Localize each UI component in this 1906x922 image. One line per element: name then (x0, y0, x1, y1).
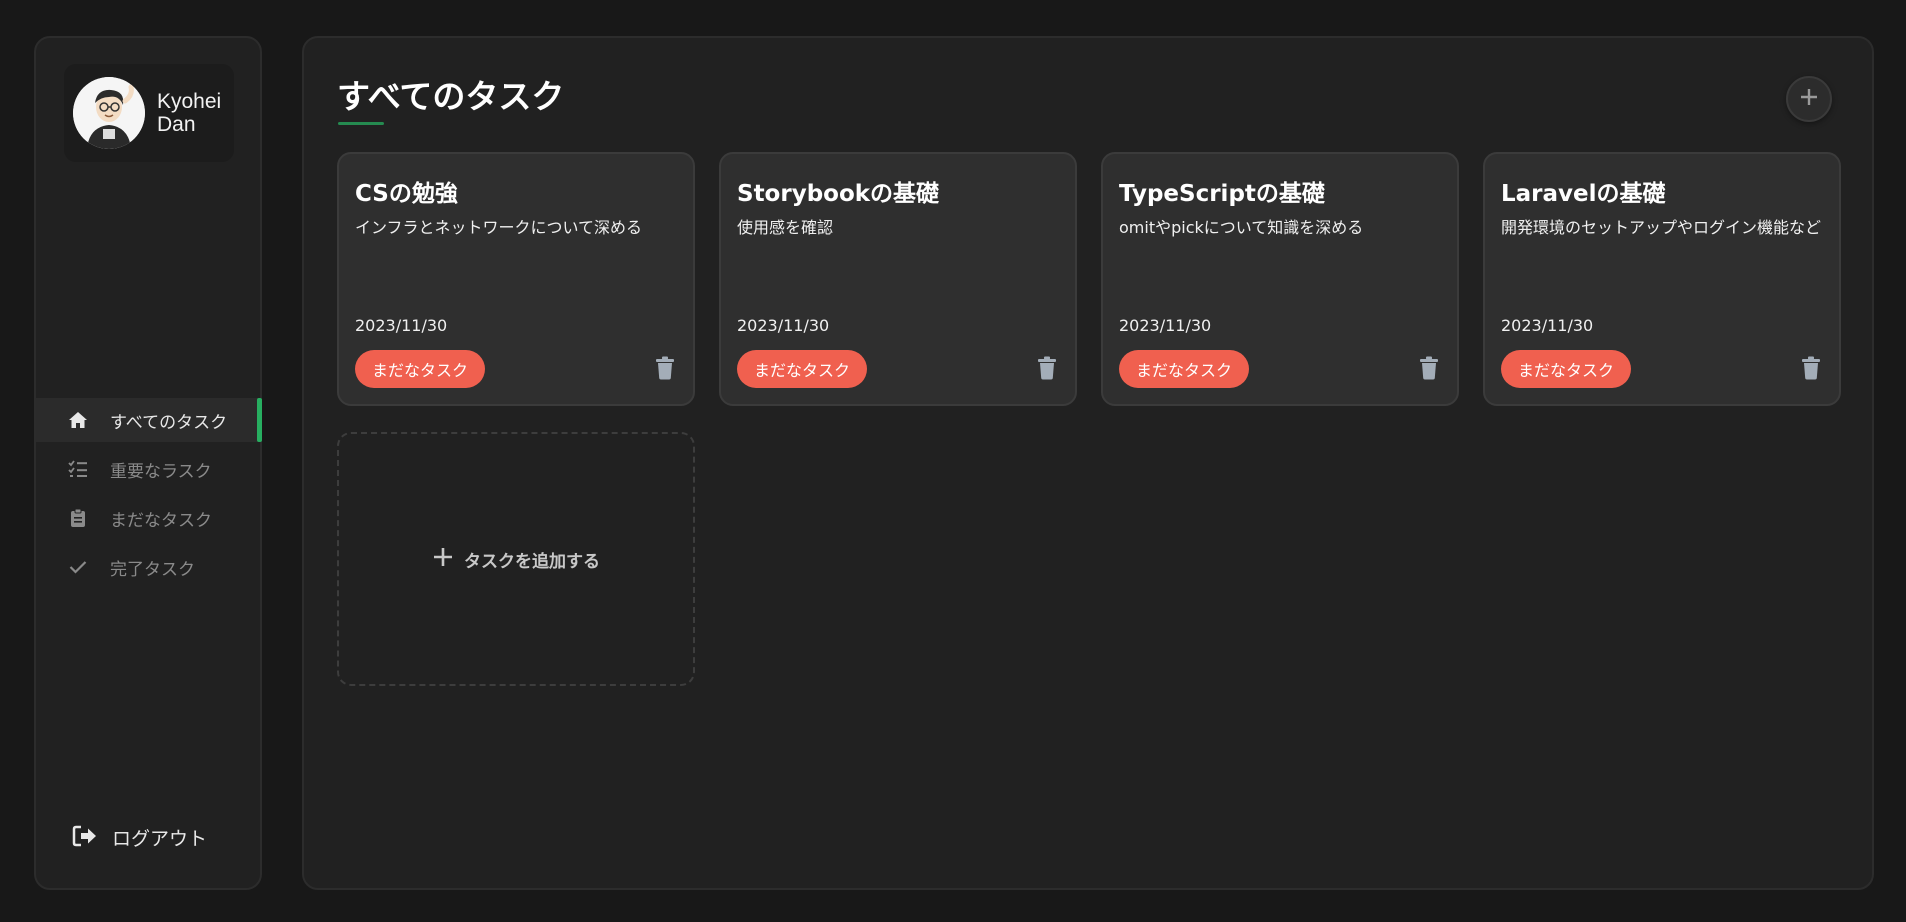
checklist-icon (68, 459, 88, 479)
task-card[interactable]: Laravelの基礎 開発環境のセットアップやログイン機能など 2023/11/… (1483, 152, 1841, 406)
logout-label: ログアウト (112, 828, 208, 850)
sidebar-item-label: すべてのタスク (110, 412, 228, 433)
task-title: Storybookの基礎 (737, 181, 940, 207)
plus-icon (1799, 87, 1819, 111)
task-card[interactable]: Storybookの基礎 使用感を確認 2023/11/30 まだなタスク (719, 152, 1077, 406)
check-icon (68, 557, 88, 577)
add-task-label: タスクを追加する (464, 551, 600, 572)
sidebar-item-label: まだなタスク (110, 510, 212, 531)
trash-icon[interactable] (1417, 354, 1441, 382)
task-description: インフラとネットワークについて深める (355, 218, 643, 237)
logout-icon (72, 825, 98, 851)
status-badge[interactable]: まだなタスク (737, 350, 868, 388)
task-date: 2023/11/30 (1501, 316, 1594, 335)
user-profile: Kyohei Dan (64, 64, 234, 162)
sidebar-item-pending-tasks[interactable]: まだなタスク (36, 496, 262, 540)
task-title: CSの勉強 (355, 181, 458, 207)
task-title: Laravelの基礎 (1501, 181, 1666, 207)
sidebar-item-completed-tasks[interactable]: 完了タスク (36, 545, 262, 589)
home-icon (68, 410, 88, 430)
task-date: 2023/11/30 (737, 316, 830, 335)
add-task-button[interactable] (1786, 76, 1832, 122)
add-task-card[interactable]: タスクを追加する (337, 432, 695, 686)
trash-icon[interactable] (653, 354, 677, 382)
sidebar-nav: すべてのタスク 重要なラスク まだなタスク 完了タスク (36, 398, 262, 594)
page-title: すべてのタスク (337, 77, 565, 116)
task-card[interactable]: CSの勉強 インフラとネットワークについて深める 2023/11/30 まだなタ… (337, 152, 695, 406)
trash-icon[interactable] (1799, 354, 1823, 382)
sidebar-item-important-tasks[interactable]: 重要なラスク (36, 447, 262, 491)
title-underline (338, 122, 384, 125)
sidebar: Kyohei Dan すべてのタスク 重要なラスク まだなタスク 完了タスク ロ… (34, 36, 262, 890)
trash-icon[interactable] (1035, 354, 1059, 382)
status-badge[interactable]: まだなタスク (1119, 350, 1250, 388)
plus-icon (432, 546, 454, 572)
task-title: TypeScriptの基礎 (1119, 181, 1325, 207)
sidebar-item-label: 完了タスク (110, 559, 195, 580)
task-description: 開発環境のセットアップやログイン機能など (1501, 218, 1822, 237)
avatar (73, 77, 145, 149)
clipboard-icon (68, 508, 88, 528)
task-description: 使用感を確認 (737, 218, 834, 237)
user-name: Kyohei Dan (157, 90, 222, 136)
task-date: 2023/11/30 (355, 316, 448, 335)
app-root: Kyohei Dan すべてのタスク 重要なラスク まだなタスク 完了タスク ロ… (0, 0, 1906, 922)
task-card[interactable]: TypeScriptの基礎 omitやpickについて知識を深める 2023/1… (1101, 152, 1459, 406)
task-date: 2023/11/30 (1119, 316, 1212, 335)
task-description: omitやpickについて知識を深める (1119, 218, 1364, 237)
status-badge[interactable]: まだなタスク (355, 350, 486, 388)
status-badge[interactable]: まだなタスク (1501, 350, 1632, 388)
main-panel: すべてのタスク CSの勉強 インフラとネットワークについて深める 2023/11… (302, 36, 1874, 890)
sidebar-item-all-tasks[interactable]: すべてのタスク (36, 398, 262, 442)
sidebar-item-label: 重要なラスク (110, 461, 212, 482)
logout-button[interactable]: ログアウト (72, 824, 207, 851)
